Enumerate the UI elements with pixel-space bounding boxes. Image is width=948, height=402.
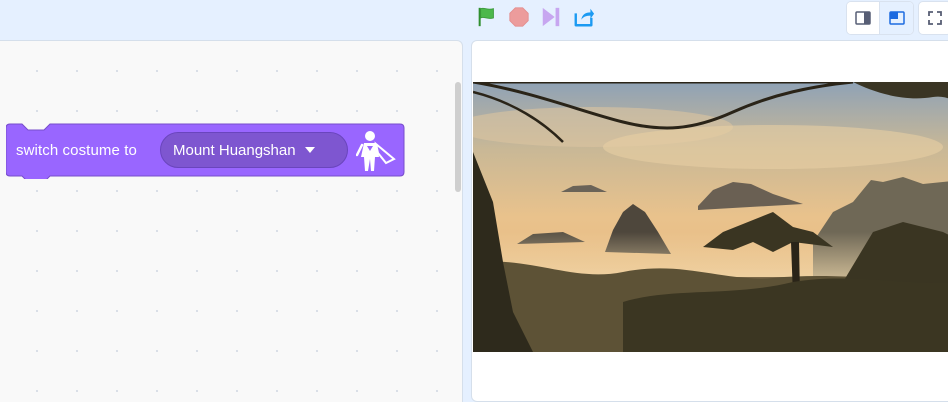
stop-icon	[509, 7, 529, 27]
looks-superhero-icon	[356, 131, 396, 171]
fullscreen-icon	[928, 11, 942, 25]
costume-dropdown-value: Mount Huangshan	[173, 141, 296, 159]
workspace-scrollbar[interactable]	[455, 82, 461, 192]
share-button[interactable]	[571, 4, 597, 30]
green-flag-icon	[478, 7, 494, 27]
green-flag-button[interactable]	[474, 4, 500, 30]
code-workspace[interactable]	[0, 40, 463, 402]
stage-size-toggle	[846, 1, 914, 35]
costume-dropdown[interactable]: Mount Huangshan	[160, 132, 348, 168]
mountain-landscape	[473, 82, 948, 352]
block-label: switch costume to	[16, 142, 137, 159]
step-icon	[542, 7, 560, 27]
switch-costume-block[interactable]: switch costume to Mount Huangshan	[6, 123, 406, 179]
chevron-down-icon	[304, 147, 315, 153]
stage-controls-bar	[0, 0, 948, 40]
small-stage-button[interactable]	[847, 2, 881, 34]
large-stage-button[interactable]	[880, 2, 913, 34]
small-stage-icon	[855, 11, 871, 25]
fullscreen-button[interactable]	[918, 1, 948, 35]
stage-panel[interactable]	[471, 40, 948, 402]
step-button[interactable]	[538, 4, 564, 30]
stop-button[interactable]	[506, 4, 532, 30]
share-icon	[574, 8, 595, 27]
large-stage-icon	[888, 11, 905, 25]
